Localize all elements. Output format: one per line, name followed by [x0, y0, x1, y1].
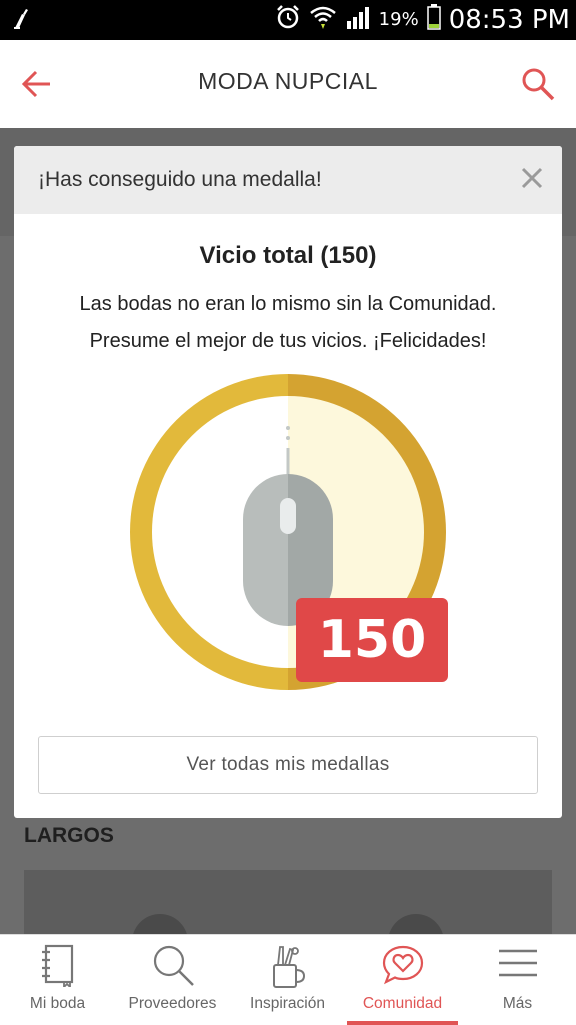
dialog-title: ¡Has conseguido una medalla!: [38, 168, 322, 191]
dialog-header: ¡Has conseguido una medalla!: [14, 146, 562, 214]
status-bar: 19% 08:53 PM: [0, 0, 576, 40]
wifi-icon: [309, 4, 337, 35]
product-card: [24, 870, 552, 940]
medal-dialog: ¡Has conseguido una medalla! Vicio total…: [14, 146, 562, 818]
bottom-navigation: Mi boda Proveedores Inspiración Comunida…: [0, 934, 576, 1025]
alarm-icon: [275, 4, 301, 35]
search-icon[interactable]: [520, 66, 556, 107]
close-icon[interactable]: [518, 164, 546, 192]
nav-item-mi-boda[interactable]: Mi boda: [0, 935, 115, 1025]
section-label: LARGOS: [24, 824, 114, 847]
nav-item-inspiracion[interactable]: Inspiración: [230, 935, 345, 1025]
nav-label: Mi boda: [29, 995, 86, 1012]
search-icon: [153, 945, 194, 986]
medal-name: Vicio total (150): [199, 242, 377, 269]
heart-chat-icon: [382, 945, 423, 985]
medal-badge: 150: [128, 372, 448, 692]
cleaner-icon: [12, 8, 34, 35]
description-line: Las bodas no eran lo mismo sin la Comuni…: [79, 293, 497, 315]
nav-item-proveedores[interactable]: Proveedores: [115, 935, 230, 1025]
battery-icon: [426, 4, 441, 35]
menu-icon: [498, 949, 537, 977]
clock: 08:53 PM: [448, 4, 570, 35]
notebook-icon: [41, 944, 73, 987]
app-header: MODA NUPCIAL: [0, 40, 576, 128]
nav-label: Inspiración: [250, 995, 325, 1012]
badge-count: 150: [317, 610, 427, 670]
pencil-cup-icon: [272, 946, 305, 988]
page-title: MODA NUPCIAL: [198, 68, 378, 94]
nav-label: Más: [502, 995, 533, 1012]
nav-label: Comunidad: [362, 995, 443, 1012]
active-tab-indicator: [347, 1021, 458, 1025]
signal-icon: [345, 5, 371, 34]
nav-label: Proveedores: [128, 995, 217, 1012]
battery-percent: 19%: [378, 9, 419, 30]
description-line: Presume el mejor de tus vicios. ¡Felicid…: [89, 330, 487, 352]
medal-description: Las bodas no eran lo mismo sin la Comuni…: [34, 286, 542, 360]
nav-item-mas[interactable]: Más: [460, 935, 575, 1025]
nav-item-comunidad[interactable]: Comunidad: [345, 935, 460, 1025]
view-all-medals-button[interactable]: Ver todas mis medallas: [38, 736, 538, 794]
